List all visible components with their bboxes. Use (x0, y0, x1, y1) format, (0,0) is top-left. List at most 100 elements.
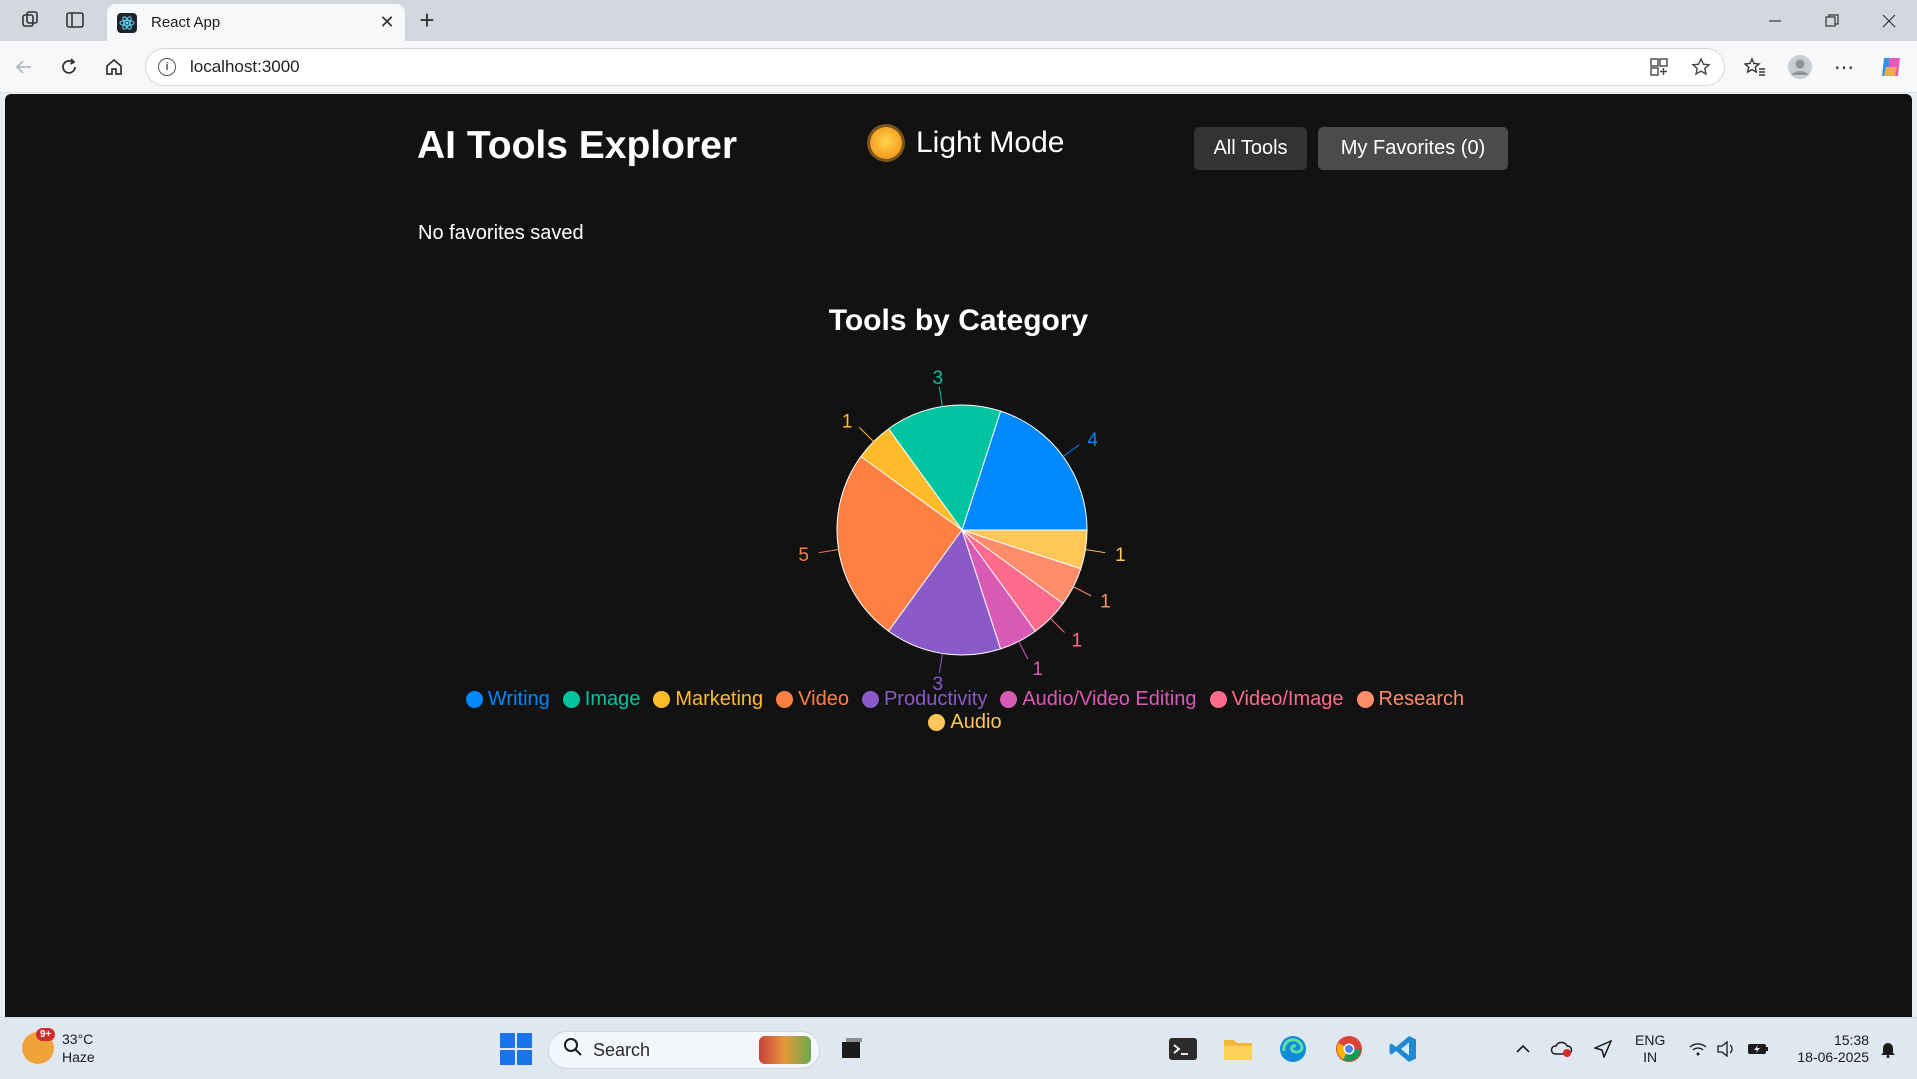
pie-label-line (938, 653, 943, 674)
address-bar[interactable]: i localhost:3000 (145, 48, 1725, 86)
clock-time: 15:38 (1833, 1032, 1869, 1048)
terminal-app-icon[interactable] (1164, 1030, 1202, 1068)
edge-browser-icon[interactable] (1274, 1030, 1312, 1068)
browser-tab-active[interactable]: React App ✕ (107, 4, 405, 41)
system-clock[interactable]: 15:38 18-06-2025 (1785, 1032, 1869, 1066)
chrome-browser-icon[interactable] (1330, 1030, 1368, 1068)
legend-label: Image (584, 688, 641, 710)
legend-label: Marketing (675, 688, 764, 710)
legend-label: Video (798, 688, 849, 710)
search-placeholder: Search (593, 1039, 651, 1060)
pie-label-line (1073, 586, 1092, 597)
legend-item[interactable]: Writing (465, 688, 550, 711)
pie-value-label: 5 (798, 545, 809, 566)
legend-swatch (861, 691, 879, 708)
pie-label-line (859, 427, 874, 442)
legend-label: Video/Image (1231, 688, 1344, 710)
pie-value-label: 1 (1072, 631, 1083, 652)
close-window-button[interactable] (1861, 0, 1917, 41)
new-tab-button[interactable]: + (412, 5, 442, 35)
vscode-icon[interactable] (1384, 1030, 1422, 1068)
back-arrow-icon[interactable] (9, 52, 39, 82)
pie-value-label: 4 (1087, 430, 1098, 451)
profile-avatar-icon[interactable] (1785, 52, 1815, 82)
search-icon (563, 1037, 583, 1063)
region-code: IN (1643, 1049, 1658, 1065)
onedrive-error-icon[interactable] (1549, 1032, 1575, 1066)
browser-toolbar: i localhost:3000 ⋯ (0, 41, 1917, 93)
taskbar-search[interactable]: Search (548, 1031, 820, 1069)
weather-badge: 9+ (36, 1028, 56, 1041)
pie-label-line (1085, 549, 1106, 554)
pie-label-line (1050, 618, 1065, 633)
favorite-star-icon[interactable] (1686, 52, 1716, 82)
windows-start-icon[interactable] (500, 1033, 532, 1065)
location-arrow-icon[interactable] (1590, 1032, 1616, 1066)
url-text: localhost:3000 (190, 57, 300, 76)
legend-item[interactable]: Productivity (861, 688, 988, 711)
language-code: ENG (1635, 1032, 1666, 1048)
workspaces-icon[interactable] (15, 5, 45, 35)
legend-swatch (465, 691, 483, 708)
pie-value-label: 1 (1115, 545, 1126, 566)
legend-label: Writing (487, 688, 550, 710)
pie-value-label: 1 (1032, 659, 1043, 680)
legend-item[interactable]: Marketing (653, 688, 763, 711)
legend-swatch (776, 691, 794, 708)
legend-label: Audio/Video Editing (1022, 688, 1197, 710)
weather-haze-icon: 9+ (22, 1028, 56, 1064)
legend-item[interactable]: Research (1356, 688, 1465, 711)
legend-item[interactable]: Image (562, 688, 641, 711)
pie-label-line (1062, 444, 1080, 457)
clock-date: 18-06-2025 (1797, 1049, 1869, 1065)
pie-label-line (938, 386, 943, 407)
pie-label-line (818, 549, 839, 554)
legend-label: Audio (950, 711, 1002, 733)
legend-item[interactable]: Video/Image (1209, 688, 1344, 711)
volume-icon[interactable] (1713, 1032, 1739, 1066)
weather-temperature: 33°C (62, 1031, 94, 1047)
legend-swatch (928, 714, 946, 731)
vertical-tabs-icon[interactable] (60, 5, 90, 35)
legend-item[interactable]: Video (776, 688, 849, 711)
windows-taskbar: 9+ 33°C Haze Search ENG IN 15:38 18-06-2… (0, 1017, 1917, 1079)
tab-title: React App (151, 14, 221, 31)
restore-window-button[interactable] (1804, 0, 1860, 41)
search-highlight-image (759, 1036, 811, 1064)
reload-icon[interactable] (54, 52, 84, 82)
weather-widget[interactable]: 9+ 33°C Haze (22, 1028, 95, 1066)
weather-description: Haze (62, 1049, 95, 1065)
react-logo-icon (117, 12, 137, 33)
input-language-indicator[interactable]: ENG IN (1635, 1032, 1665, 1066)
battery-charging-icon[interactable] (1744, 1032, 1772, 1066)
file-explorer-icon[interactable] (1219, 1030, 1257, 1068)
legend-swatch (562, 691, 580, 708)
chart-legend: Writing Image Marketing Video Productivity Au… (435, 688, 1495, 734)
pie-value-label: 1 (842, 411, 853, 432)
show-hidden-icons-chevron-icon[interactable] (1512, 1032, 1534, 1066)
pie-value-label: 1 (1100, 591, 1111, 612)
copilot-icon[interactable] (1876, 52, 1906, 82)
legend-swatch (1356, 691, 1374, 708)
legend-swatch (1209, 691, 1227, 708)
task-view-icon[interactable] (833, 1030, 871, 1068)
more-options-icon[interactable]: ⋯ (1829, 52, 1859, 82)
pie-value-label: 3 (932, 368, 943, 389)
app-available-icon[interactable] (1644, 52, 1674, 82)
legend-swatch (653, 691, 671, 708)
browser-tab-bar: React App ✕ + (0, 0, 1917, 41)
legend-item[interactable]: Audio/Video Editing (1000, 688, 1197, 711)
legend-swatch (1000, 691, 1018, 708)
minimize-window-button[interactable] (1747, 0, 1803, 41)
pie-label-line (1018, 641, 1029, 660)
wifi-icon[interactable] (1685, 1032, 1711, 1066)
legend-label: Research (1378, 688, 1465, 710)
home-icon[interactable] (99, 52, 129, 82)
legend-item[interactable]: Audio (928, 711, 1002, 734)
favorites-list-icon[interactable] (1740, 52, 1770, 82)
notification-bell-icon[interactable] (1876, 1032, 1900, 1066)
site-info-icon[interactable]: i (158, 58, 176, 76)
legend-label: Productivity (883, 688, 988, 710)
close-tab-icon[interactable]: ✕ (373, 9, 401, 37)
page-viewport: AI Tools Explorer Light Mode All Tools M… (5, 94, 1912, 1017)
